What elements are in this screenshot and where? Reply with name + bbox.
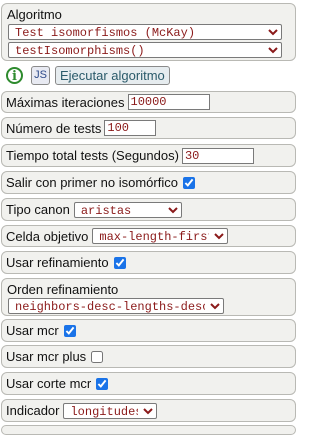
indicator-panel: Indicador longitudes: [1, 399, 296, 422]
use-mcr-label: Usar mcr: [6, 323, 59, 338]
total-time-input[interactable]: [181, 147, 254, 164]
indicator-select[interactable]: longitudes: [63, 402, 158, 419]
use-mcr-cut-panel: Usar corte mcr: [1, 372, 296, 395]
use-refinement-checkbox[interactable]: [113, 256, 126, 269]
canon-type-label: Tipo canon: [6, 202, 70, 217]
target-cell-panel: Celda objetivo max-length-first: [1, 225, 296, 247]
action-row: i JS Ejecutar algoritmo: [6, 66, 170, 85]
num-tests-panel: Número de tests: [1, 117, 296, 139]
use-refinement-panel: Usar refinamiento: [1, 251, 296, 274]
use-mcr-plus-checkbox[interactable]: [91, 350, 104, 363]
use-mcr-checkbox[interactable]: [63, 324, 76, 337]
exit-first-checkbox[interactable]: [182, 176, 195, 189]
run-algorithm-button[interactable]: Ejecutar algoritmo: [55, 66, 170, 85]
canon-type-select[interactable]: aristas: [73, 201, 182, 218]
total-time-panel: Tiempo total tests (Segundos): [1, 144, 296, 167]
target-cell-label: Celda objetivo: [6, 228, 89, 244]
num-tests-label: Número de tests: [6, 120, 102, 136]
info-icon[interactable]: i: [6, 67, 23, 84]
use-mcr-plus-label: Usar mcr plus: [6, 349, 87, 364]
use-mcr-cut-label: Usar corte mcr: [6, 376, 92, 391]
exit-first-panel: Salir con primer no isomórfico: [1, 171, 296, 194]
indicator-label: Indicador: [6, 403, 60, 418]
function-select[interactable]: testIsomorphisms(): [8, 42, 282, 58]
max-iterations-panel: Máximas iteraciones: [1, 91, 296, 113]
use-mcr-panel: Usar mcr: [1, 319, 296, 342]
exit-first-label: Salir con primer no isomórfico: [6, 175, 178, 190]
refinement-order-panel: Orden refinamiento neighbors-desc-length…: [1, 278, 296, 316]
js-button[interactable]: JS: [31, 66, 50, 85]
target-cell-select[interactable]: max-length-first: [92, 228, 229, 244]
refinement-order-select[interactable]: neighbors-desc-lengths-desc: [8, 298, 224, 314]
num-tests-input[interactable]: [104, 120, 157, 136]
total-time-label: Tiempo total tests (Segundos): [6, 148, 179, 163]
canon-type-panel: Tipo canon aristas: [1, 198, 296, 221]
use-refinement-label: Usar refinamiento: [6, 255, 109, 270]
refinement-order-label: Orden refinamiento: [7, 282, 119, 297]
algorithm-title: Algoritmo: [7, 7, 62, 22]
use-mcr-plus-panel: Usar mcr plus: [1, 345, 296, 368]
algorithm-panel: Algoritmo Test isomorfismos (McKay) test…: [1, 3, 296, 61]
use-mcr-cut-checkbox[interactable]: [96, 377, 109, 390]
algorithm-select[interactable]: Test isomorfismos (McKay): [8, 24, 282, 40]
max-iterations-input[interactable]: [127, 94, 210, 110]
max-iterations-label: Máximas iteraciones: [6, 94, 125, 110]
